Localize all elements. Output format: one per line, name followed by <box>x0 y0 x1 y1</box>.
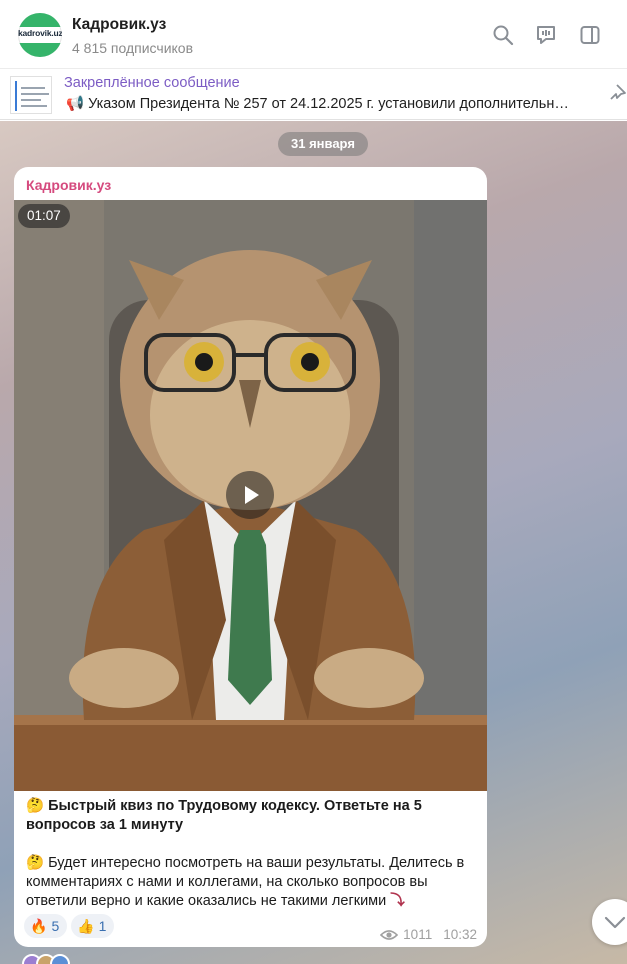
pinned-thumb-line <box>21 99 41 101</box>
comment-avatars[interactable] <box>22 954 102 964</box>
search-icon[interactable] <box>492 24 514 46</box>
play-button[interactable] <box>226 471 274 519</box>
live-chat-icon[interactable] <box>535 24 557 46</box>
pinned-thumb-line <box>21 93 49 95</box>
pin-icon[interactable] <box>609 83 627 105</box>
caption-title-text: Быстрый квиз по Трудовому кодексу. Ответ… <box>26 798 422 833</box>
pinned-thumb-line <box>21 105 47 107</box>
eye-icon <box>380 929 399 941</box>
avatar-ring-top <box>18 13 62 27</box>
fire-icon: 🔥 <box>30 917 48 934</box>
message-bubble[interactable]: Кадровик.уз 01:07 🤔 Быстрый квиз по Труд… <box>14 167 487 947</box>
arrow-down-right-icon: ⤵ <box>390 893 405 909</box>
reaction-count: 1 <box>98 918 107 934</box>
video-duration: 01:07 <box>18 204 70 228</box>
avatar <box>50 954 70 964</box>
reaction-thumbs-up[interactable]: 👍 1 <box>71 914 115 938</box>
pinned-text: 📢 Указом Президента № 257 от 24.12.2025 г… <box>66 95 596 112</box>
message-sender[interactable]: Кадровик.уз <box>26 177 111 193</box>
pinned-title: Закреплённое сообщение <box>64 75 240 91</box>
play-icon <box>245 486 259 504</box>
thinking-face-icon: 🤔 <box>26 798 45 814</box>
pinned-message-bar[interactable]: Закреплённое сообщение 📢 Указом Президент… <box>0 68 627 120</box>
pinned-thumbnail <box>10 76 52 114</box>
channel-title[interactable]: Кадровик.уз <box>72 16 166 34</box>
megaphone-icon: 📢 <box>66 96 85 112</box>
thumbs-up-icon: 👍 <box>77 917 95 934</box>
reaction-count: 5 <box>51 918 60 934</box>
sidebar-toggle-icon[interactable] <box>579 24 601 46</box>
chevron-down-icon <box>604 916 626 929</box>
chat-header: kadrovik.uz Кадровик.уз 4 815 подписчико… <box>0 0 627 68</box>
message-meta: 1011 10:32 <box>380 927 477 942</box>
pinned-text-content: Указом Президента № 257 от 24.12.2025 г.… <box>88 96 569 112</box>
thinking-face-icon: 🤔 <box>26 855 45 871</box>
caption-body: 🤔 Будет интересно посмотреть на ваши рез… <box>26 854 478 911</box>
date-separator: 31 января <box>278 132 368 156</box>
chat-area[interactable]: 31 января Кадровик.уз 01:07 🤔 Быстрый кв… <box>0 121 627 964</box>
reaction-fire[interactable]: 🔥 5 <box>24 914 68 938</box>
pinned-thumb-bar <box>15 81 17 111</box>
message-caption: 🤔 Быстрый квиз по Трудовому кодексу. Отв… <box>26 797 478 911</box>
caption-title: 🤔 Быстрый квиз по Трудовому кодексу. Отв… <box>26 797 478 835</box>
pinned-thumb-line <box>21 87 45 89</box>
channel-avatar[interactable]: kadrovik.uz <box>18 13 62 57</box>
subscriber-count: 4 815 подписчиков <box>72 40 194 56</box>
view-count: 1011 <box>403 927 433 942</box>
scroll-down-button[interactable] <box>592 899 627 945</box>
avatar-logo-text: kadrovik.uz <box>18 28 62 38</box>
avatar-ring-bottom <box>18 43 62 57</box>
message-time: 10:32 <box>443 927 477 942</box>
reactions-bar: 🔥 5 👍 1 <box>24 914 115 938</box>
video-player[interactable]: 01:07 <box>14 200 487 791</box>
